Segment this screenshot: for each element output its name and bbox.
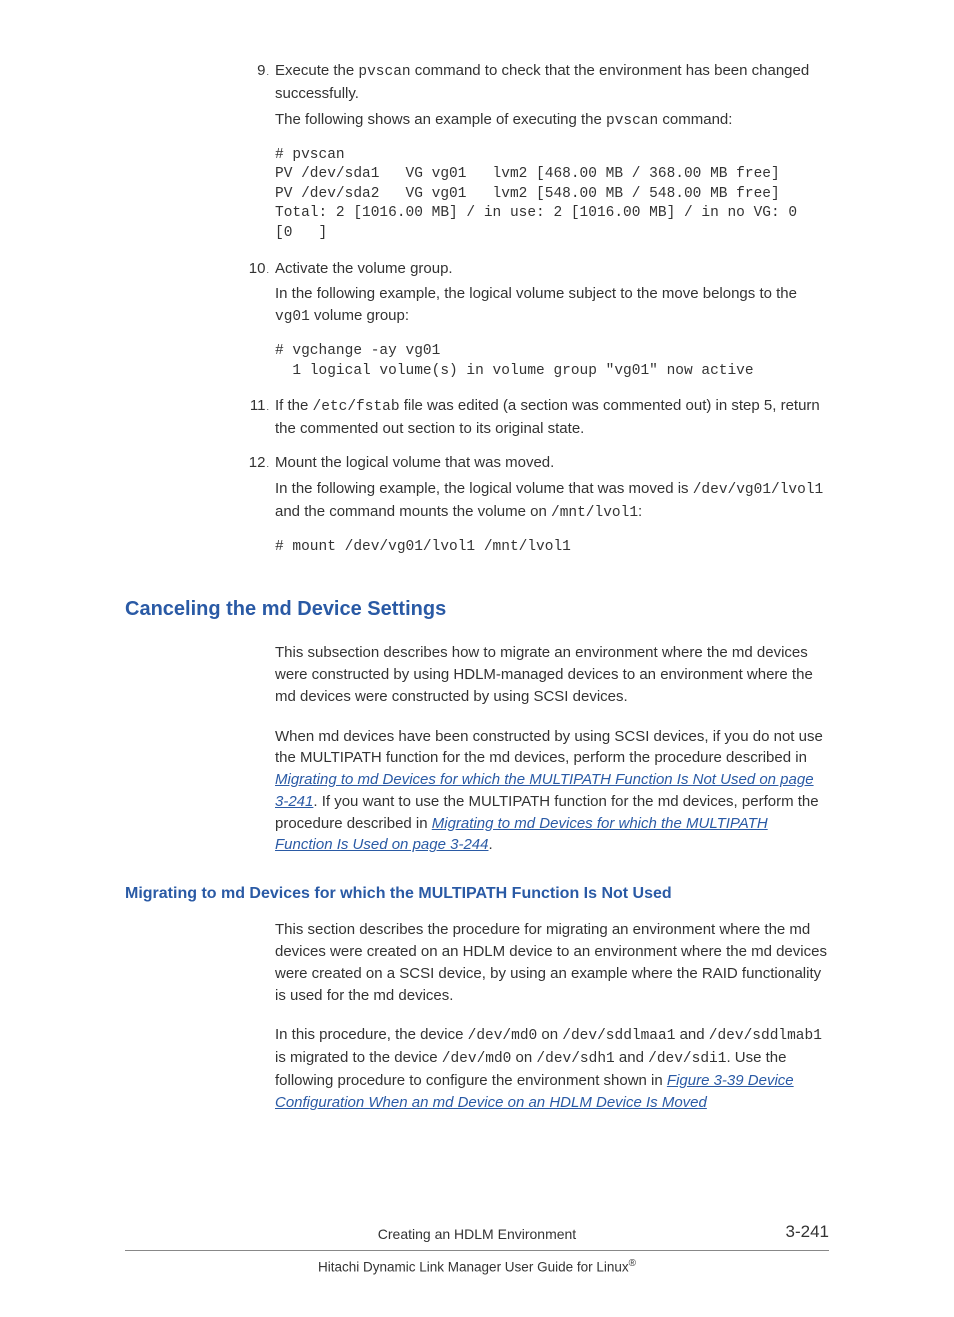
code-inline: /dev/sddlmaa1 xyxy=(562,1028,675,1044)
step-9: 9. Execute the pvscan command to check t… xyxy=(125,60,829,244)
step-body: If the /etc/fstab file was edited (a sec… xyxy=(275,395,829,440)
section-heading: Canceling the md Device Settings xyxy=(125,595,829,624)
code-block: # mount /dev/vg01/lvol1 /mnt/lvol1 xyxy=(275,538,829,558)
page-number: 3-241 xyxy=(786,1220,829,1245)
step-11: 11. If the /etc/fstab file was edited (a… xyxy=(125,395,829,440)
code-inline: /dev/sdi1 xyxy=(648,1051,726,1067)
code-inline: /dev/vg01/lvol1 xyxy=(693,482,824,498)
code-inline: /dev/md0 xyxy=(442,1051,512,1067)
step-number: 10. xyxy=(245,258,269,280)
step-number: 12. xyxy=(245,452,269,474)
code-inline: vg01 xyxy=(275,309,310,325)
step-number: 9. xyxy=(245,60,269,82)
code-inline: pvscan xyxy=(606,113,658,129)
code-inline: /etc/fstab xyxy=(313,399,400,415)
step-body: Mount the logical volume that was moved.… xyxy=(275,452,829,557)
step-body: Activate the volume group. In the follow… xyxy=(275,258,829,382)
step-12: 12. Mount the logical volume that was mo… xyxy=(125,452,829,557)
code-inline: /dev/md0 xyxy=(468,1028,538,1044)
code-inline: /dev/sdh1 xyxy=(536,1051,614,1067)
step-10: 10. Activate the volume group. In the fo… xyxy=(125,258,829,382)
book-title: Hitachi Dynamic Link Manager User Guide … xyxy=(125,1257,829,1277)
registered-icon: ® xyxy=(629,1258,636,1269)
paragraph: When md devices have been constructed by… xyxy=(275,726,829,857)
code-inline: /dev/sddlmab1 xyxy=(709,1028,822,1044)
code-inline: /mnt/lvol1 xyxy=(551,505,638,521)
chapter-title: Creating an HDLM Environment xyxy=(378,1226,576,1242)
paragraph: This section describes the procedure for… xyxy=(275,919,829,1006)
page-footer: Creating an HDLM Environment 3-241 xyxy=(125,1224,829,1251)
paragraph: This subsection describes how to migrate… xyxy=(275,642,829,707)
subsection-heading: Migrating to md Devices for which the MU… xyxy=(125,882,829,905)
paragraph: In this procedure, the device /dev/md0 o… xyxy=(275,1024,829,1114)
code-block: # pvscan PV /dev/sda1 VG vg01 lvm2 [468.… xyxy=(275,146,829,244)
step-body: Execute the pvscan command to check that… xyxy=(275,60,829,244)
code-block: # vgchange -ay vg01 1 logical volume(s) … xyxy=(275,342,829,381)
code-inline: pvscan xyxy=(358,64,410,80)
step-number: 11. xyxy=(245,395,269,417)
